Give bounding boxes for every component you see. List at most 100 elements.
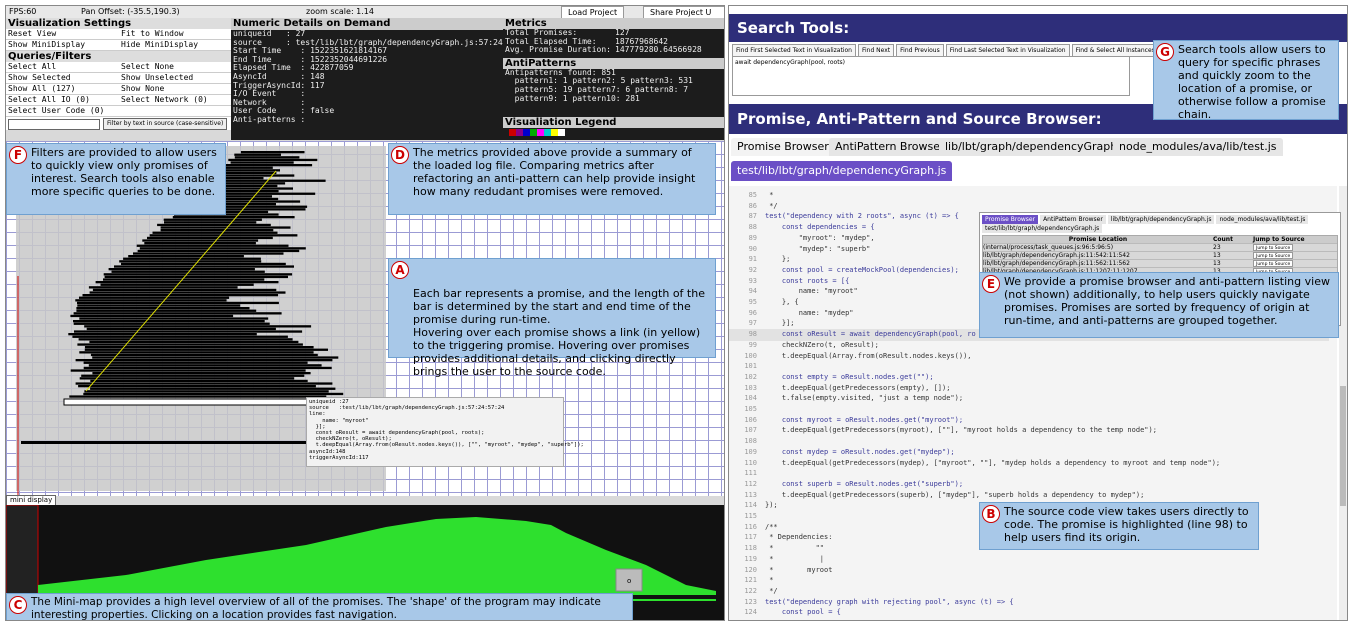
promise-bar[interactable] (75, 382, 333, 385)
promise-bar[interactable] (75, 299, 227, 302)
tab-antipattern-browser[interactable]: AntiPattern Browser (829, 138, 951, 156)
promise-bar[interactable] (84, 325, 312, 328)
promise-bar[interactable] (90, 379, 308, 383)
promise-bar[interactable] (90, 387, 336, 390)
promise-bar[interactable] (216, 174, 295, 177)
promise-bar[interactable] (234, 156, 300, 159)
preview-tab[interactable]: lib/lbt/graph/dependencyGraph.js (1107, 215, 1215, 224)
promise-bar[interactable] (83, 366, 332, 370)
promise-bar[interactable] (95, 281, 279, 284)
promise-bar[interactable] (108, 268, 255, 271)
jump-to-source-button[interactable]: Jump to Source (1253, 252, 1294, 259)
promise-bar[interactable] (86, 327, 276, 331)
promise-bar[interactable] (147, 236, 273, 240)
promise-bar[interactable] (85, 346, 314, 349)
promise-bar[interactable] (78, 385, 316, 388)
promise-bar[interactable] (152, 231, 278, 234)
select-network-button[interactable]: Select Network (0) (119, 95, 231, 106)
promise-bar[interactable] (142, 239, 259, 242)
promise-bar[interactable] (114, 265, 294, 268)
promise-bar[interactable] (72, 335, 288, 338)
promise-bar[interactable] (79, 317, 269, 320)
show-selected-button[interactable]: Show Selected (6, 73, 119, 84)
promise-bar[interactable] (121, 262, 286, 266)
promise-bar[interactable] (160, 229, 274, 232)
promise-bar[interactable] (214, 179, 326, 182)
tab-ava-test[interactable]: node_modules/ava/lib/test.js (1113, 138, 1283, 156)
promise-bar[interactable] (76, 309, 257, 312)
reset-view-button[interactable]: Reset View (6, 29, 119, 40)
promise-bar[interactable] (88, 364, 322, 367)
select-io-button[interactable]: Select All IO (0) (6, 95, 119, 106)
promise-bar[interactable] (76, 307, 250, 310)
promise-bar[interactable] (82, 294, 279, 297)
promise-bar[interactable] (240, 151, 305, 154)
promise-bar[interactable] (220, 171, 277, 175)
promise-bar[interactable] (88, 286, 238, 289)
search-textarea[interactable]: await dependencyGraph(pool, roots) (732, 56, 1130, 96)
promise-bar[interactable] (92, 372, 311, 375)
promise-bar[interactable] (83, 361, 308, 364)
promise-bar[interactable] (84, 390, 329, 393)
show-unselected-button[interactable]: Show Unselected (119, 73, 231, 84)
select-all-button[interactable]: Select All (6, 62, 119, 73)
promise-bar[interactable] (92, 356, 339, 359)
hide-minidisplay-button[interactable]: Hide MiniDisplay (119, 40, 231, 51)
select-user-code-button[interactable]: Select User Code (0) (6, 106, 119, 117)
filter-input[interactable] (8, 119, 100, 130)
promise-bar[interactable] (139, 247, 306, 250)
show-minidisplay-button[interactable]: Show MiniDisplay (6, 40, 119, 51)
jump-to-source-button[interactable]: Jump to Source (1253, 244, 1294, 251)
promise-bar[interactable] (163, 218, 262, 221)
promise-bar[interactable] (172, 216, 295, 219)
promise-bar[interactable] (234, 153, 281, 156)
promise-bar[interactable] (73, 322, 270, 325)
select-none-button[interactable]: Select None (119, 62, 231, 73)
promise-bar[interactable] (70, 369, 306, 372)
show-none-button[interactable]: Show None (119, 84, 231, 95)
fit-window-button[interactable]: Fit to Window (119, 29, 231, 40)
promise-bar[interactable] (103, 278, 265, 281)
promise-bar[interactable] (228, 158, 318, 162)
promise-bar[interactable] (119, 260, 262, 263)
promise-bar[interactable] (68, 333, 257, 336)
promise-bar[interactable] (81, 374, 305, 377)
promise-bar[interactable] (103, 273, 293, 276)
tab-test-dependency-graph[interactable]: test/lib/lbt/graph/dependencyGraph.js (731, 161, 953, 181)
promise-bar[interactable] (74, 330, 303, 333)
promise-bar[interactable] (128, 255, 244, 258)
tab-lib-dependency-graph[interactable]: lib/lbt/graph/dependencyGraph.js (939, 138, 1136, 156)
promise-bar[interactable] (83, 392, 344, 396)
promise-bar[interactable] (149, 234, 298, 237)
promise-bar[interactable] (69, 395, 327, 398)
promise-bar[interactable] (123, 257, 261, 260)
promise-bar[interactable] (137, 249, 300, 253)
show-all-button[interactable]: Show All (127) (6, 84, 119, 95)
preview-tab[interactable]: Promise Browser (982, 215, 1039, 224)
jump-to-source-button[interactable]: Jump to Source (1253, 260, 1294, 267)
promise-bar[interactable] (73, 320, 265, 323)
preview-tab[interactable]: node_modules/ava/lib/test.js (1216, 215, 1309, 224)
promise-bar[interactable] (160, 226, 291, 229)
promise-bar[interactable] (73, 312, 282, 315)
promise-bar[interactable] (104, 275, 288, 279)
preview-subtab[interactable]: test/lib/lbt/graph/dependencyGraph.js (982, 224, 1103, 233)
preview-tab[interactable]: AntiPattern Browser (1040, 215, 1106, 224)
promise-bar[interactable] (89, 340, 299, 344)
tab-promise-browser[interactable]: Promise Browser (731, 138, 835, 156)
promise-bar[interactable] (157, 223, 271, 227)
promise-bar[interactable] (89, 291, 286, 294)
promise-bar[interactable] (164, 221, 257, 224)
promise-bar[interactable] (77, 343, 303, 346)
filter-button[interactable]: Filter by text in source (case-sensitive… (103, 118, 228, 130)
promise-bar[interactable] (225, 166, 273, 169)
promise-bar[interactable] (92, 288, 277, 292)
promise-bar[interactable] (144, 242, 256, 245)
promise-bar[interactable] (78, 338, 293, 341)
promise-bar[interactable] (224, 164, 313, 167)
promise-bar[interactable] (79, 296, 230, 299)
promise-bar[interactable] (90, 353, 318, 357)
promise-bar[interactable] (230, 161, 294, 164)
promise-bar[interactable] (133, 252, 284, 255)
promise-bar[interactable] (221, 169, 280, 172)
